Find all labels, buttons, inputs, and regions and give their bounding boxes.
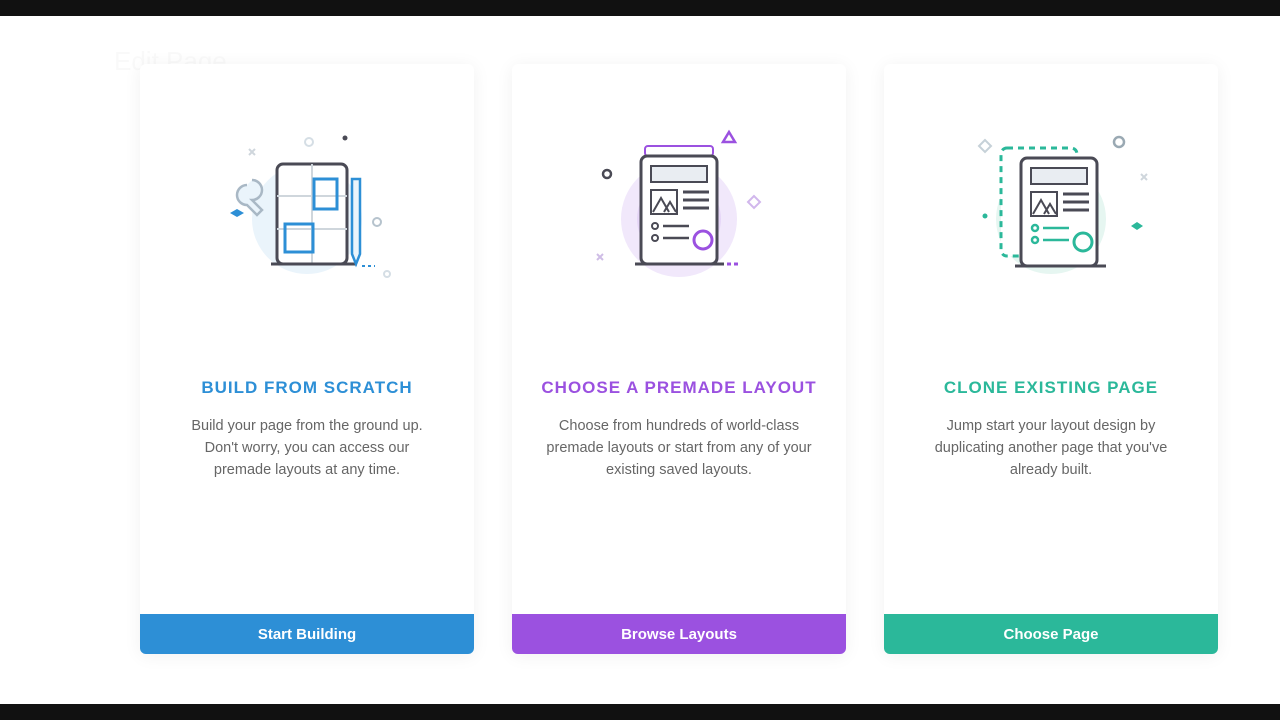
start-building-button[interactable]: Start Building: [140, 614, 474, 654]
card-clone-page[interactable]: CLONE EXISTING PAGE Jump start your layo…: [884, 64, 1218, 654]
choice-overlay: BUILD FROM SCRATCH Build your page from …: [92, 16, 1280, 704]
illustration-clone: [884, 64, 1218, 364]
illustration-build: [140, 64, 474, 364]
letterbox-top: [0, 0, 1280, 16]
illustration-premade: [512, 64, 846, 364]
card-desc: Build your page from the ground up. Don'…: [140, 398, 474, 614]
card-title: CLONE EXISTING PAGE: [884, 378, 1218, 398]
choose-page-button[interactable]: Choose Page: [884, 614, 1218, 654]
card-desc: Jump start your layout design by duplica…: [884, 398, 1218, 614]
card-desc: Choose from hundreds of world-class prem…: [512, 398, 846, 614]
card-premade-layout[interactable]: CHOOSE A PREMADE LAYOUT Choose from hund…: [512, 64, 846, 654]
browse-layouts-button[interactable]: Browse Layouts: [512, 614, 846, 654]
letterbox-bottom: [0, 704, 1280, 720]
card-row: BUILD FROM SCRATCH Build your page from …: [92, 64, 1280, 654]
card-build-from-scratch[interactable]: BUILD FROM SCRATCH Build your page from …: [140, 64, 474, 654]
card-title: CHOOSE A PREMADE LAYOUT: [512, 378, 846, 398]
card-title: BUILD FROM SCRATCH: [140, 378, 474, 398]
